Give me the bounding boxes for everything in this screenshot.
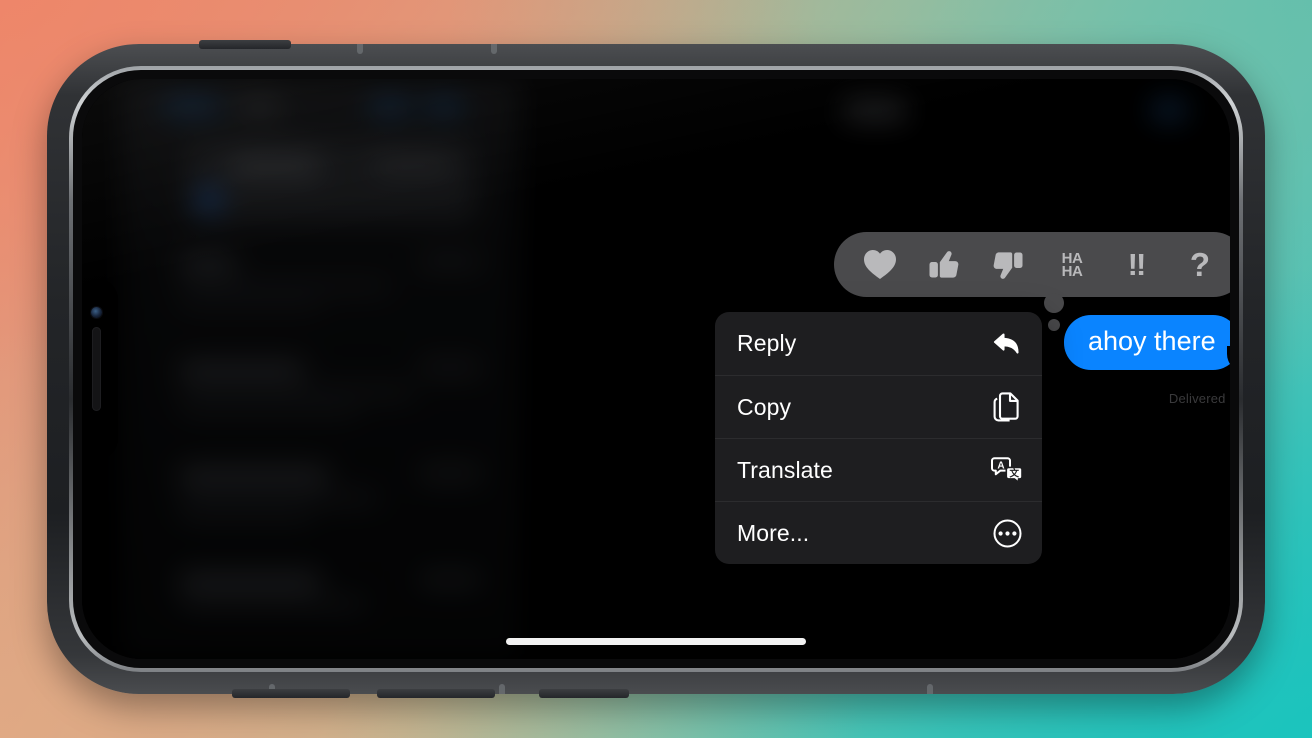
translate-target-glyph: 文 [1008,468,1019,480]
ring-silent-switch[interactable] [539,689,629,698]
device-inner-frame: HA HA !! ? Reply Copy Translate A 文 More… [73,70,1239,668]
message-text: ahoy there [1088,326,1216,356]
menu-item-label: Copy [737,393,792,420]
home-indicator[interactable] [506,638,806,645]
message-status-label: Delivered [1168,391,1226,406]
context-menu-dim-overlay[interactable] [82,79,1230,659]
menu-item-copy[interactable]: Copy [715,375,1042,438]
earpiece-speaker [92,327,101,411]
device-screen[interactable]: HA HA !! ? Reply Copy Translate A 文 More… [82,79,1230,659]
antenna-band [491,44,497,54]
double-exclamation-glyph: !! [1127,247,1147,282]
double-exclamation-icon[interactable]: !! [1113,242,1159,288]
antenna-band [499,684,505,694]
menu-item-label: More... [737,519,810,546]
heart-icon[interactable] [857,242,903,288]
question-mark-glyph: ? [1189,246,1211,283]
haha-icon[interactable]: HA HA [1049,242,1095,288]
menu-item-reply[interactable]: Reply [715,312,1042,375]
volume-up-button[interactable] [232,689,350,698]
menu-item-translate[interactable]: Translate A 文 [715,438,1042,501]
copy-documents-icon [990,390,1024,424]
translate-source-glyph: A [997,460,1004,471]
thumbs-up-icon[interactable] [921,242,967,288]
reply-arrow-icon [990,327,1024,361]
menu-item-label: Reply [737,330,797,356]
outgoing-message-bubble[interactable]: ahoy there [1064,315,1230,370]
haha-line-2: HA [1061,262,1083,280]
display-notch [82,279,118,459]
ellipsis-circle-icon [990,516,1024,550]
antenna-band [927,684,933,694]
message-bubble-container[interactable]: ahoy there Delivered [1064,315,1230,406]
reaction-bar-tail-dot-large [1044,293,1064,313]
message-context-menu[interactable]: Reply Copy Translate A 文 More... [715,312,1042,564]
translate-bubbles-icon: A 文 [990,453,1024,487]
menu-item-more[interactable]: More... [715,501,1042,564]
front-camera-icon [91,307,102,318]
question-mark-icon[interactable]: ? [1177,242,1223,288]
tapback-reaction-bar[interactable]: HA HA !! ? [834,232,1230,297]
volume-down-button[interactable] [377,689,495,698]
power-button[interactable] [199,40,291,49]
antenna-band [357,44,363,54]
iphone-device-frame: HA HA !! ? Reply Copy Translate A 文 More… [47,40,1265,698]
messages-app [82,79,1230,659]
menu-item-label: Translate [737,456,833,483]
thumbs-down-icon[interactable] [985,242,1031,288]
reaction-bar-tail-dot-small [1048,319,1060,331]
bubble-tail [1220,344,1230,370]
device-bezel: HA HA !! ? Reply Copy Translate A 文 More… [69,66,1243,672]
